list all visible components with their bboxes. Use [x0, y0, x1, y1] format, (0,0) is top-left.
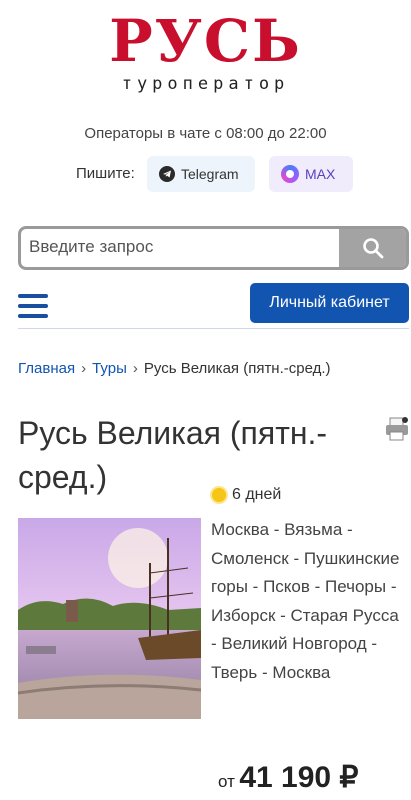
breadcrumb-separator: › [132, 360, 138, 377]
breadcrumb-separator: › [81, 360, 87, 377]
search-input[interactable]: Введите запрос [29, 237, 153, 257]
tour-duration: 6 дней [212, 486, 281, 504]
breadcrumb-tours[interactable]: Туры [92, 360, 127, 377]
telegram-label: Telegram [181, 166, 239, 182]
nav-divider [18, 328, 409, 329]
printer-icon[interactable] [384, 416, 410, 442]
duration-label: 6 дней [232, 486, 282, 503]
page-title: Русь Великая (пятн.-сред.) [18, 415, 328, 495]
max-label: MAX [305, 166, 336, 182]
price-prefix: от [218, 772, 235, 791]
search-button[interactable] [339, 229, 406, 267]
price-value: 41 190 ₽ [239, 761, 359, 794]
logo-subtitle: туроператор [121, 74, 290, 94]
logo-title: РУСЬ [109, 7, 302, 75]
tour-price: от 41 190 ₽ [218, 760, 359, 795]
search-bar: Введите запрос [18, 226, 409, 270]
max-button[interactable]: MAX [269, 156, 353, 192]
breadcrumb-home[interactable]: Главная [18, 360, 75, 377]
messenger-row: Пишите: Telegram MAX [0, 156, 411, 192]
site-logo[interactable]: РУСЬ туроператор [0, 10, 411, 94]
operator-hours: Операторы в чате с 08:00 до 22:00 [84, 125, 327, 142]
breadcrumb-current: Русь Великая (пятн.-сред.) [143, 360, 331, 377]
tour-photo[interactable] [18, 518, 201, 719]
telegram-icon [159, 166, 175, 182]
telegram-button[interactable]: Telegram [147, 156, 255, 192]
sun-icon [212, 488, 226, 502]
breadcrumb: Главная › Туры › Русь Великая (пятн.-сред.) [18, 360, 331, 377]
max-icon [281, 165, 299, 183]
search-icon [362, 238, 383, 259]
menu-icon[interactable] [18, 294, 48, 318]
write-label: Пишите: [76, 165, 135, 182]
account-button[interactable]: Личный кабинет [250, 283, 409, 323]
tour-route: Москва - Вязьма - Смоленск - Пушкинские … [211, 520, 400, 682]
